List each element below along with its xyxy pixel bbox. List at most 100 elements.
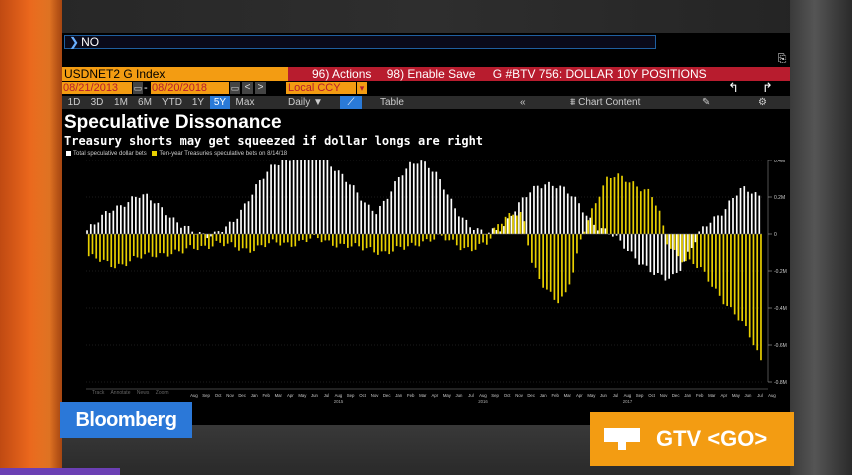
bar-dollar-bets [623,234,625,249]
plot-tools: Track Annotate News Zoom [92,390,174,396]
end-date-field[interactable]: 08/20/2018 [151,82,229,94]
bar-treasury-bets [685,234,687,262]
bar-treasury-bets [647,188,650,234]
studio-accent-strip [0,468,120,475]
x-tick-label: Jul [613,393,619,398]
bar-treasury-bets [189,234,191,246]
bar-treasury-bets [407,234,409,247]
bar-treasury-bets [159,234,161,254]
bar-dollar-bets [93,224,96,234]
bar-treasury-bets [613,177,616,234]
export-icon[interactable]: ⎘ [776,53,788,65]
collapse-icon[interactable]: « [520,96,526,109]
bar-treasury-bets [219,234,222,243]
command-input[interactable]: ❯ NO [64,35,656,49]
period-1y[interactable]: 1Y [189,96,207,109]
period-1m[interactable]: 1M [110,96,132,109]
start-date-field[interactable]: 08/21/2013 [62,82,132,94]
period-ytd[interactable]: YTD [158,96,186,109]
x-tick-label: Jan [540,393,548,398]
chart-legend: Total speculative dollar bets Ten-year T… [66,150,287,158]
calendar-icon[interactable]: ▭ [133,82,143,94]
prev-period-icon[interactable]: < [242,82,253,94]
period-3d[interactable]: 3D [86,96,108,109]
bar-dollar-bets [165,215,167,234]
calendar-icon[interactable]: ▭ [230,82,240,94]
actions-menu[interactable]: 96) Actions [312,67,371,81]
bar-dollar-bets [427,167,430,234]
bar-dollar-bets [653,234,655,275]
actions-bar: 96) Actions 98) Enable Save G #BTV 756: … [288,67,790,81]
legend-swatch-treasuries [152,151,158,156]
bar-dollar-bets [521,197,524,234]
bar-treasury-bets [606,176,608,234]
bar-treasury-bets [504,216,507,234]
bar-treasury-bets [377,234,379,255]
bar-dollar-bets [503,226,505,234]
date-range-bar: 08/21/2013 ▭ - 08/20/2018 ▭ < > Local CC… [62,81,790,95]
zoom-tool[interactable]: Zoom [156,390,169,396]
bar-dollar-bets [401,175,404,234]
gear-icon[interactable]: ⚙ [758,96,767,109]
bar-treasury-bets [745,234,747,327]
bar-treasury-bets [677,234,680,257]
bar-dollar-bets [330,166,333,234]
currency-select[interactable]: Local CCY [286,82,356,94]
bar-treasury-bets [658,210,661,234]
bar-treasury-bets [339,234,342,244]
period-6m[interactable]: 6M [134,96,156,109]
bar-treasury-bets [354,234,357,244]
bar-treasury-bets [264,234,267,248]
bar-dollar-bets [326,160,329,234]
bar-dollar-bets [247,201,250,234]
bar-dollar-bets [600,228,603,234]
bar-dollar-bets [638,234,640,265]
frequency-select[interactable]: Daily ▼ [288,96,323,109]
period-1d[interactable]: 1D [64,96,84,109]
period-max[interactable]: Max [233,96,257,109]
x-tick-label: Jan [684,393,692,398]
x-tick-label: Nov [515,393,523,398]
bar-treasury-bets [162,234,165,254]
bar-treasury-bets [335,234,338,248]
news-tool[interactable]: News [137,390,150,396]
bar-treasury-bets [298,234,300,241]
bar-treasury-bets [489,234,492,239]
bar-treasury-bets [95,234,98,259]
bar-treasury-bets [328,234,330,241]
bar-treasury-bets [399,234,402,247]
bar-treasury-bets [249,234,252,253]
bar-dollar-bets [473,229,475,234]
redo-icon[interactable]: ↱ [762,81,773,95]
bar-treasury-bets [425,234,428,240]
bar-dollar-bets [491,228,494,234]
bar-dollar-bets [645,234,648,266]
bar-dollar-bets [536,185,539,234]
annotate-tool[interactable]: Annotate [110,390,130,396]
bar-treasury-bets [474,234,477,250]
bar-dollar-bets [172,217,175,234]
bar-dollar-bets [420,160,423,234]
period-5y[interactable]: 5Y [210,96,230,109]
track-tool[interactable]: Track [92,390,104,396]
table-button[interactable]: Table [380,96,404,109]
x-tick-label: Dec [383,393,391,398]
bar-dollar-bets [345,181,348,234]
chart-content-icon: ⩩ [570,97,579,108]
bar-dollar-bets [213,231,216,234]
bar-treasury-bets [516,215,518,234]
next-period-icon[interactable]: > [255,82,266,94]
chevron-down-icon[interactable]: ▾ [357,82,367,94]
bar-treasury-bets [238,234,240,251]
enable-save-button[interactable]: 98) Enable Save [387,67,476,81]
line-chart-icon[interactable]: ⟋ [340,96,362,109]
bar-dollar-bets [390,191,393,234]
ticker-field[interactable]: USDNET2 G Index [62,67,288,81]
edit-icon[interactable]: ✎ [702,96,710,109]
undo-icon[interactable]: ↰ [728,81,739,95]
bar-dollar-bets [709,222,712,234]
bar-dollar-bets [225,226,227,234]
bar-treasury-bets [557,234,560,304]
bar-chart[interactable]: 0.4M 0.2M 0 -0.2M -0.4M -0.6M -0.8M Aug Sep Oct No… [62,160,790,425]
chart-content-button[interactable]: ⩩ Chart Content [570,96,640,109]
